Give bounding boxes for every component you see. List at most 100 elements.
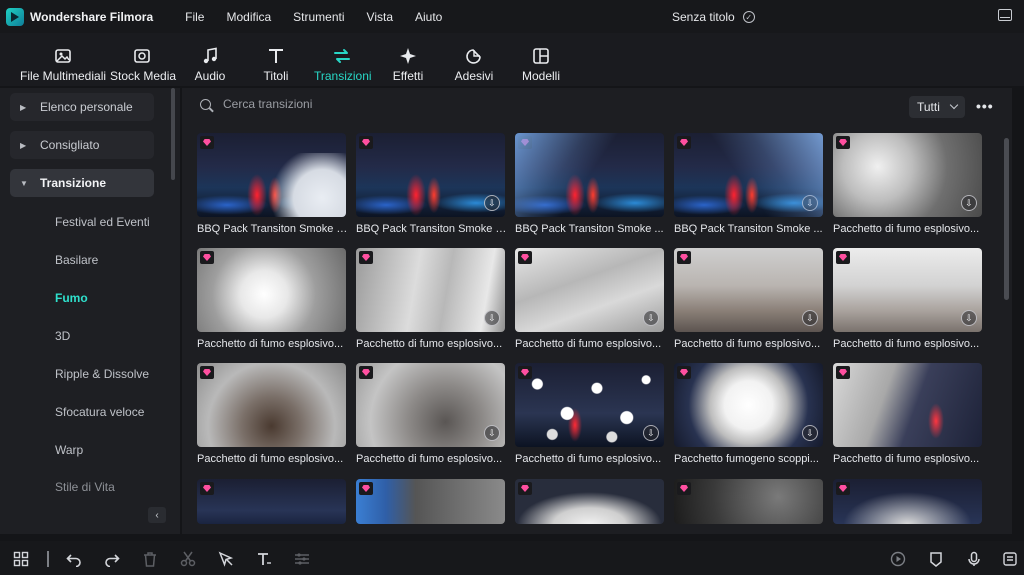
- search-input[interactable]: [223, 97, 523, 111]
- transition-thumbnail[interactable]: [833, 363, 982, 447]
- transition-card[interactable]: ⇩ BBQ Pack Transiton Smoke ...: [674, 133, 823, 235]
- transition-thumbnail[interactable]: ⇩: [833, 133, 982, 217]
- transition-card[interactable]: ⇩ Pacchetto di fumo esplosivo...: [356, 363, 505, 465]
- transition-card[interactable]: BBQ Pack Transiton Smoke L...: [197, 133, 349, 235]
- sidebar-item-ripple-dissolve[interactable]: Ripple & Dissolve: [55, 367, 149, 381]
- transition-thumbnail[interactable]: ⇩: [515, 363, 664, 447]
- transition-thumbnail[interactable]: ⇩: [833, 248, 982, 332]
- transition-thumbnail[interactable]: [197, 363, 346, 447]
- transition-thumbnail[interactable]: [515, 479, 664, 524]
- transition-card[interactable]: [515, 479, 664, 524]
- mic-icon[interactable]: [966, 551, 982, 567]
- download-icon[interactable]: ⇩: [961, 310, 977, 326]
- sidebar-group-elenco-personale[interactable]: ▶ Elenco personale: [10, 93, 154, 121]
- transition-card[interactable]: ⇩ Pacchetto fumogeno scoppi...: [674, 363, 823, 465]
- select-icon[interactable]: [218, 551, 234, 567]
- menu-modifica[interactable]: Modifica: [226, 10, 271, 24]
- transition-thumbnail[interactable]: [356, 479, 505, 524]
- download-icon[interactable]: ⇩: [484, 195, 500, 211]
- tab-titoli[interactable]: Titoli: [258, 45, 294, 83]
- sidebar-group-transizione[interactable]: ▼ Transizione: [10, 169, 154, 197]
- transition-thumbnail[interactable]: ⇩: [674, 133, 823, 217]
- adjust-icon[interactable]: [294, 551, 310, 567]
- transition-card[interactable]: ⇩ Pacchetto di fumo esplosivo...: [674, 248, 823, 350]
- transition-card[interactable]: ⇩ Pacchetto di fumo esplosivo...: [515, 363, 664, 465]
- download-icon[interactable]: ⇩: [484, 310, 500, 326]
- tab-stock-media[interactable]: Stock Media: [110, 45, 176, 83]
- download-icon[interactable]: ⇩: [484, 425, 500, 441]
- transition-thumbnail[interactable]: ⇩: [674, 363, 823, 447]
- more-options-button[interactable]: •••: [976, 98, 994, 114]
- marker-icon[interactable]: [928, 551, 944, 567]
- transition-thumbnail[interactable]: ⇩: [356, 133, 505, 217]
- tab-audio[interactable]: Audio: [190, 45, 230, 83]
- transition-card[interactable]: ⇩ BBQ Pack Transiton Smoke L...: [356, 133, 508, 235]
- transition-card[interactable]: Pacchetto di fumo esplosivo...: [197, 363, 346, 465]
- sidebar-item-3d[interactable]: 3D: [55, 329, 70, 343]
- transition-card[interactable]: ⇩ Pacchetto di fumo esplosivo...: [833, 248, 982, 350]
- cut-icon[interactable]: [180, 551, 196, 567]
- layout-toggle-icon[interactable]: [998, 9, 1012, 21]
- transition-name: Pacchetto di fumo esplosivo...: [833, 223, 980, 235]
- delete-icon[interactable]: [142, 551, 158, 567]
- sidebar-group-consigliato[interactable]: ▶ Consigliato: [10, 131, 154, 159]
- transition-thumbnail[interactable]: [674, 479, 823, 524]
- transition-thumbnail[interactable]: [833, 479, 982, 524]
- premium-gem-icon: [200, 482, 214, 495]
- transition-thumbnail[interactable]: ⇩: [674, 248, 823, 332]
- more-settings-icon[interactable]: [1002, 551, 1018, 567]
- document-title[interactable]: Senza titolo ✓: [672, 10, 755, 24]
- sidebar-item-stile-di-vita[interactable]: Stile di Vita: [55, 480, 115, 494]
- transition-thumbnail[interactable]: ⇩: [356, 363, 505, 447]
- download-icon[interactable]: ⇩: [643, 310, 659, 326]
- transition-thumbnail[interactable]: ⇩: [356, 248, 505, 332]
- redo-icon[interactable]: [104, 551, 120, 567]
- sidebar-item-festival-ed-eventi[interactable]: Festival ed Eventi: [55, 215, 150, 229]
- transition-card[interactable]: [197, 479, 346, 524]
- transition-name: BBQ Pack Transiton Smoke L...: [356, 223, 508, 235]
- menu-strumenti[interactable]: Strumenti: [293, 10, 344, 24]
- transition-card[interactable]: BBQ Pack Transiton Smoke ...: [515, 133, 664, 235]
- filter-dropdown[interactable]: Tutti: [909, 96, 965, 118]
- download-icon[interactable]: ⇩: [802, 425, 818, 441]
- transition-card[interactable]: [674, 479, 823, 524]
- download-icon[interactable]: ⇩: [643, 425, 659, 441]
- transition-card[interactable]: Pacchetto di fumo esplosivo...: [833, 363, 982, 465]
- sidebar-item-sfocatura-veloce[interactable]: Sfocatura veloce: [55, 405, 144, 419]
- download-icon[interactable]: ⇩: [961, 195, 977, 211]
- transition-thumbnail[interactable]: [197, 248, 346, 332]
- transition-thumbnail[interactable]: ⇩: [515, 248, 664, 332]
- transition-thumbnail[interactable]: [197, 479, 346, 524]
- tab-file-multimediali[interactable]: File Multimediali: [20, 45, 106, 83]
- transition-thumbnail[interactable]: [197, 133, 346, 217]
- transition-card[interactable]: ⇩ Pacchetto di fumo esplosivo...: [833, 133, 982, 235]
- tab-adesivi[interactable]: Adesivi: [454, 45, 494, 83]
- transition-card[interactable]: ⇩ Pacchetto di fumo esplosivo...: [515, 248, 664, 350]
- undo-icon[interactable]: [66, 551, 82, 567]
- menu-aiuto[interactable]: Aiuto: [415, 10, 442, 24]
- tab-transizioni[interactable]: Transizioni: [314, 45, 372, 83]
- sidebar-scrollbar[interactable]: [171, 88, 175, 180]
- menu-file[interactable]: File: [185, 10, 204, 24]
- sidebar-item-warp[interactable]: Warp: [55, 443, 83, 457]
- transition-name: Pacchetto di fumo esplosivo...: [674, 338, 821, 350]
- sidebar-item-basilare[interactable]: Basilare: [55, 253, 98, 267]
- collapse-sidebar-button[interactable]: ‹: [148, 507, 166, 523]
- transition-card[interactable]: [833, 479, 982, 524]
- download-icon[interactable]: ⇩: [802, 310, 818, 326]
- transition-card[interactable]: [356, 479, 505, 524]
- transition-card[interactable]: ⇩ Pacchetto di fumo esplosivo...: [356, 248, 505, 350]
- premium-gem-icon: [677, 482, 691, 495]
- tab-effetti[interactable]: Effetti: [390, 45, 426, 83]
- layout-icon[interactable]: [13, 551, 29, 567]
- sidebar-item-fumo[interactable]: Fumo: [55, 291, 88, 305]
- render-icon[interactable]: [890, 551, 906, 567]
- menu-vista[interactable]: Vista: [367, 10, 393, 24]
- transition-card[interactable]: Pacchetto di fumo esplosivo...: [197, 248, 346, 350]
- premium-gem-icon: [200, 251, 214, 264]
- tab-modelli[interactable]: Modelli: [520, 45, 562, 83]
- transition-thumbnail[interactable]: [515, 133, 664, 217]
- text-tool-icon[interactable]: [256, 551, 272, 567]
- download-icon[interactable]: ⇩: [802, 195, 818, 211]
- browser-scrollbar[interactable]: [1004, 138, 1009, 300]
